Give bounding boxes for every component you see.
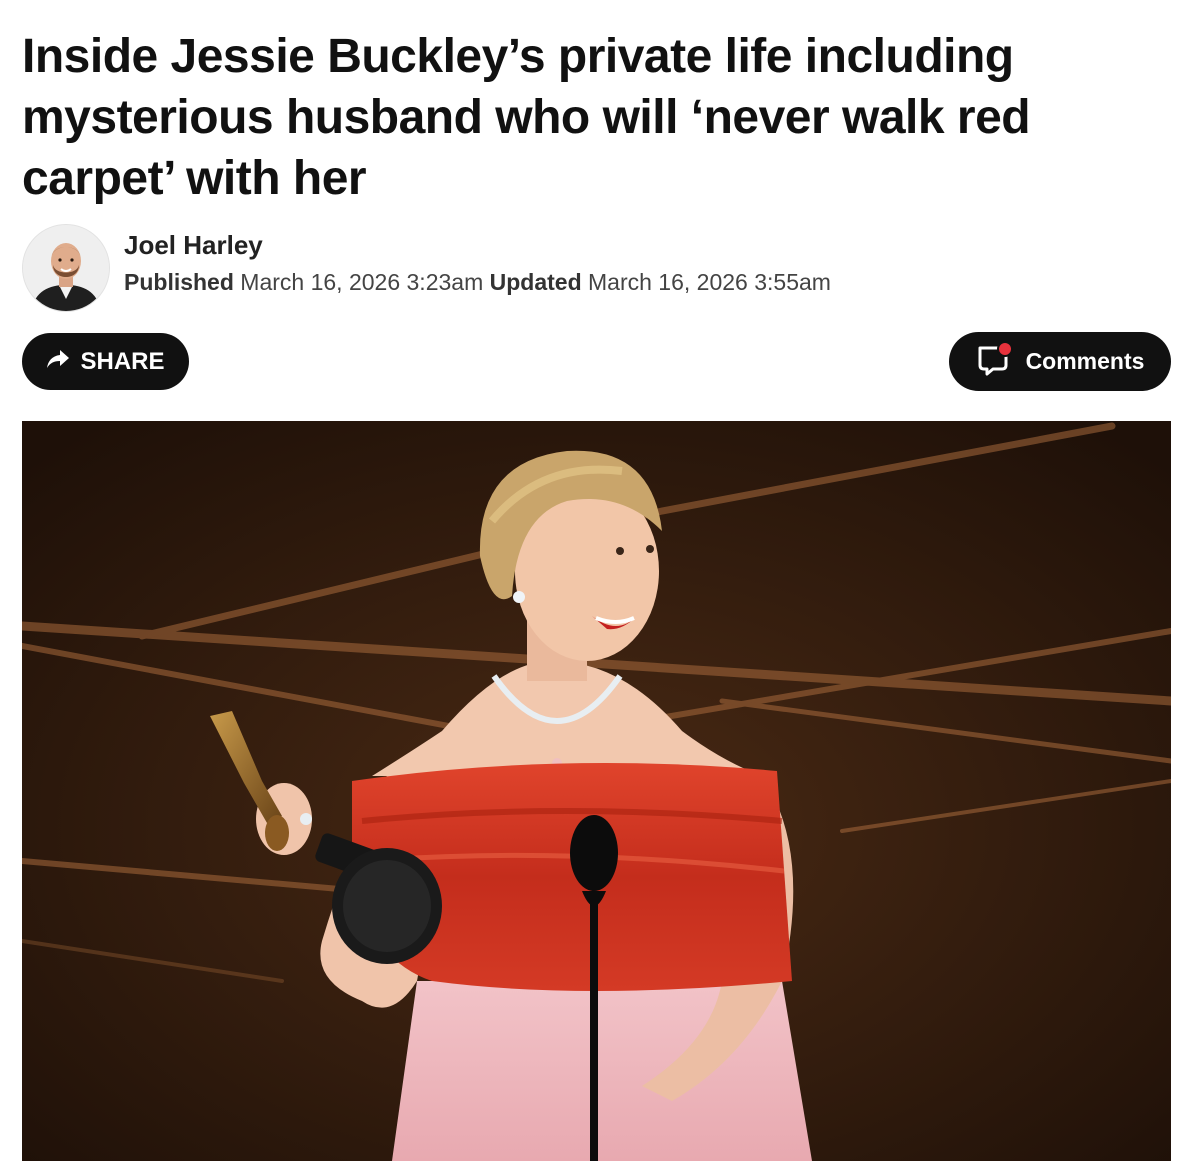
author-avatar[interactable]	[22, 224, 110, 312]
share-button[interactable]: SHARE	[22, 333, 189, 390]
article-headline: Inside Jessie Buckley’s private life inc…	[22, 30, 1031, 205]
updated-label: Updated	[489, 269, 582, 295]
hero-photo[interactable]	[22, 421, 1171, 1161]
article-page: Inside Jessie Buckley’s private life inc…	[0, 0, 1200, 1161]
share-arrow-icon	[46, 348, 70, 376]
comments-label: Comments	[1025, 348, 1145, 374]
comment-bubble-icon	[976, 340, 1014, 383]
published-date: March 16, 2026 3:23am	[240, 269, 484, 295]
author-name[interactable]: Joel Harley	[124, 230, 263, 260]
updated-date: March 16, 2026 3:55am	[588, 269, 831, 295]
comments-button[interactable]: Comments	[949, 332, 1171, 391]
byline: Joel Harley Published March 16, 2026 3:2…	[22, 224, 1172, 314]
article-timestamps: Published March 16, 2026 3:23am Updated …	[124, 268, 831, 296]
share-label: SHARE	[80, 347, 165, 375]
published-label: Published	[124, 269, 234, 295]
